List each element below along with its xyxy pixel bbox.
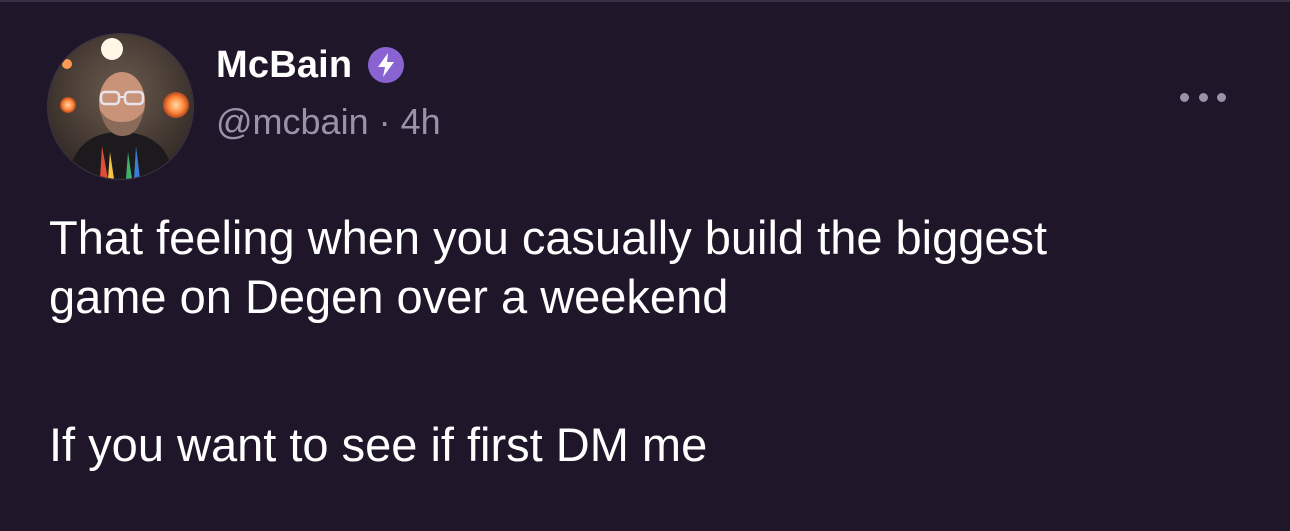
post-text-line: That feeling when you casually build the…: [49, 211, 1048, 264]
more-horizontal-icon[interactable]: [1180, 84, 1226, 110]
lightning-bolt-icon: [368, 47, 405, 83]
post-timestamp[interactable]: 4h: [401, 101, 441, 143]
post-card: McBain @mcbain · 4h That feeling when yo…: [0, 0, 1290, 531]
avatar[interactable]: [48, 34, 193, 179]
post-text-line: game on Degen over a weekend: [49, 270, 729, 323]
author-meta-row: @mcbain · 4h: [216, 101, 441, 143]
author-handle[interactable]: @mcbain: [216, 101, 369, 143]
post-body: That feeling when you casually build the…: [49, 208, 1249, 474]
post-text-line: If you want to see if first DM me: [49, 418, 708, 471]
divider: [0, 0, 1290, 2]
more-dot: [1180, 92, 1189, 102]
more-dot: [1198, 92, 1208, 102]
author-display-name[interactable]: McBain: [216, 44, 352, 87]
avatar-photo-icon: [48, 34, 193, 179]
author-name-row: McBain: [216, 40, 405, 90]
more-dot: [1217, 92, 1226, 102]
meta-separator: ·: [378, 101, 391, 142]
